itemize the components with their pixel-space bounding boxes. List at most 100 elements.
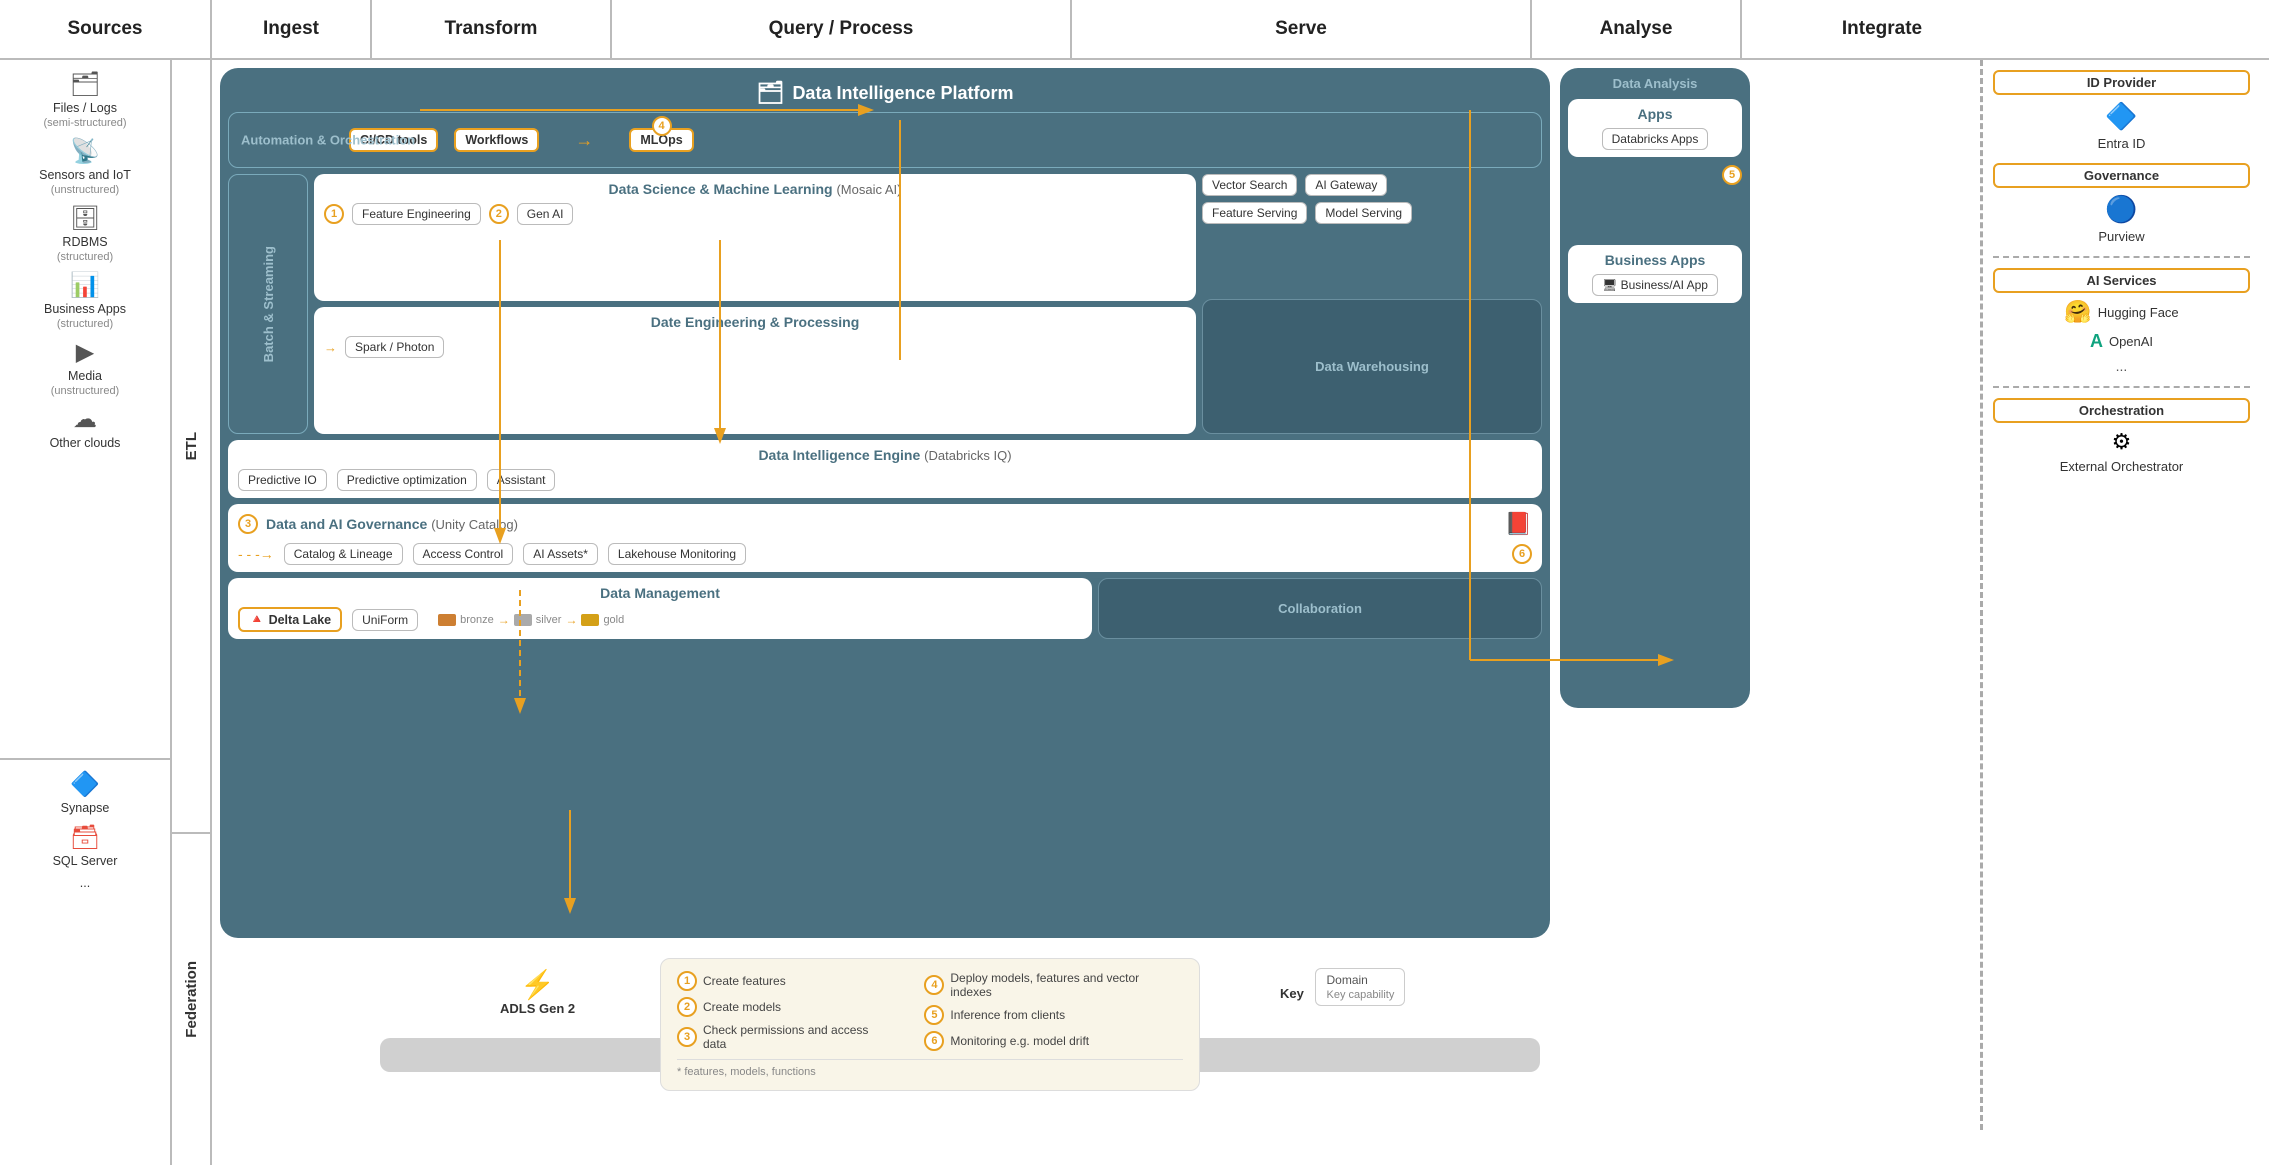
workflows-chip[interactable]: Workflows [454, 128, 539, 152]
databricks-apps-chip[interactable]: Databricks Apps [1602, 128, 1709, 150]
batch-streaming-area: Batch & Streaming [228, 174, 308, 434]
data-mgmt-title: Data Management [238, 585, 1082, 601]
data-mgmt-collab-row: Data Management 🔺 Delta Lake UniForm bro… [228, 578, 1542, 639]
governance-row: 3 Data and AI Governance (Unity Catalog)… [228, 504, 1542, 572]
monitor-icon: 🖥 [1602, 278, 1617, 292]
catalog-lineage-chip[interactable]: Catalog & Lineage [284, 543, 403, 565]
etl-label: ETL [172, 60, 210, 834]
header-analyse: Analyse [1532, 0, 1742, 58]
collaboration-box: Collaboration [1098, 578, 1542, 639]
governance-integrate-section: Governance 🔵 Purview [1993, 163, 2250, 244]
automation-section: Automation & Orchestration CI/CD tools W… [228, 112, 1542, 168]
bronze-silver-gold: bronze → silver → gold [438, 613, 624, 627]
key-label: Key [1280, 986, 1304, 1001]
entra-id-item: 🔷 Entra ID [1993, 101, 2250, 151]
source-business-apps: 📊 Business Apps (structured) [44, 271, 126, 330]
legend-item-5: 5 Inference from clients [924, 1005, 1183, 1025]
legend-box: 1 Create features 2 Create models 3 Chec… [660, 958, 1200, 1091]
rdbms-icon: 🗄 [70, 204, 100, 233]
legend-col-2: 4 Deploy models, features and vector ind… [924, 971, 1183, 1051]
num5-container: 5 [1568, 165, 1742, 185]
access-control-chip[interactable]: Access Control [413, 543, 514, 565]
integrate-panel: ID Provider 🔷 Entra ID Governance 🔵 Purv… [1980, 60, 2260, 1130]
gold-block [581, 614, 599, 626]
governance-title: Data and AI Governance (Unity Catalog) [266, 516, 518, 532]
feature-engineering-chip[interactable]: Feature Engineering [352, 203, 481, 225]
platform-box: 🗂 Data Intelligence Platform Automation … [220, 68, 1550, 938]
ai-gateway-chip[interactable]: AI Gateway [1305, 174, 1387, 196]
orchestrator-icon: ⚙ [2112, 429, 2132, 455]
media-icon: ▶ [76, 338, 94, 367]
gen-ai-chip[interactable]: Gen AI [517, 203, 574, 225]
feature-serving-chip[interactable]: Feature Serving [1202, 202, 1307, 224]
serve-bottom-chips: Feature Serving Model Serving [1202, 202, 1542, 224]
ai-assets-chip[interactable]: AI Assets* [523, 543, 598, 565]
divider-2 [1993, 386, 2250, 388]
adls-icon: ⚡ [500, 968, 575, 1001]
model-serving-chip[interactable]: Model Serving [1315, 202, 1412, 224]
lakehouse-monitoring-chip[interactable]: Lakehouse Monitoring [608, 543, 746, 565]
vector-search-chip[interactable]: Vector Search [1202, 174, 1297, 196]
external-orchestrator-label: External Orchestrator [2060, 459, 2184, 474]
dsml-box: Data Science & Machine Learning (Mosaic … [314, 174, 1196, 301]
delta-lake-chip[interactable]: 🔺 Delta Lake [238, 607, 342, 632]
predictive-opt-chip[interactable]: Predictive optimization [337, 469, 477, 491]
etl-sources: 🗂 Files / Logs (semi-structured) 📡 Senso… [0, 60, 170, 760]
assistant-chip[interactable]: Assistant [487, 469, 556, 491]
predictive-io-chip[interactable]: Predictive IO [238, 469, 327, 491]
openai-label: OpenAI [2109, 334, 2153, 349]
orchestration-label: Orchestration [1993, 398, 2250, 423]
data-mgmt-box: Data Management 🔺 Delta Lake UniForm bro… [228, 578, 1092, 639]
ai-services-ellipsis: ... [2116, 358, 2128, 374]
spark-photon-chip[interactable]: Spark / Photon [345, 336, 444, 358]
delta-icon: 🔺 [249, 612, 265, 627]
source-rdbms: 🗄 RDBMS (structured) [57, 204, 113, 263]
legend-item-2: 2 Create models [677, 997, 894, 1017]
header-query: Query / Process [612, 0, 1072, 58]
governance-title-row: 3 Data and AI Governance (Unity Catalog)… [238, 511, 1532, 537]
header-transform: Transform [372, 0, 612, 58]
data-eng-chips: → Spark / Photon [324, 336, 1186, 358]
entra-icon: 🔷 [2105, 101, 2137, 132]
business-ai-app-chip[interactable]: 🖥 Business/AI App [1592, 274, 1718, 296]
book-icon: 📕 [1505, 511, 1532, 537]
dsml-chips: 1 Feature Engineering 2 Gen AI [324, 203, 1186, 225]
num-badge-2: 2 [489, 204, 509, 224]
data-eng-title: Date Engineering & Processing [324, 314, 1186, 330]
legend-columns: 1 Create features 2 Create models 3 Chec… [677, 971, 1183, 1051]
data-analysis-label: Data Analysis [1568, 76, 1742, 91]
platform-icon: 🗂 [757, 80, 785, 106]
header-sources: Sources [0, 0, 212, 58]
uniform-chip[interactable]: UniForm [352, 609, 418, 631]
key-domain: Domain Key capability [1315, 968, 1405, 1006]
serve-chips-area: Vector Search AI Gateway Feature Serving… [1202, 174, 1542, 293]
collaboration-label: Collaboration [1278, 601, 1362, 616]
platform-title: 🗂 Data Intelligence Platform [228, 76, 1542, 112]
legend-num-1: 1 [677, 971, 697, 991]
sensors-icon: 📡 [70, 137, 100, 166]
legend-item-1: 1 Create features [677, 971, 894, 991]
hugging-face-label: Hugging Face [2098, 305, 2179, 320]
source-files-logs: 🗂 Files / Logs (semi-structured) [43, 70, 126, 129]
openai-item: A OpenAI [2090, 331, 2153, 352]
serve-area: Vector Search AI Gateway Feature Serving… [1202, 174, 1542, 434]
dsml-title: Data Science & Machine Learning (Mosaic … [324, 181, 1186, 197]
source-other-clouds: ☁ Other clouds [50, 405, 121, 450]
platform-area: 🗂 Data Intelligence Platform Automation … [220, 68, 1930, 1165]
federation-sources: 🔷 Synapse 🗃 SQL Server ... [0, 760, 170, 1165]
business-apps-box: Business Apps 🖥 Business/AI App [1568, 245, 1742, 303]
data-warehousing-box: Data Warehousing [1202, 299, 1542, 434]
legend-item-4: 4 Deploy models, features and vector ind… [924, 971, 1183, 999]
automation-label: Automation & Orchestration [241, 133, 415, 148]
purview-icon: 🔵 [2105, 194, 2137, 225]
apps-title: Apps [1578, 106, 1732, 122]
etl-federation-bar: ETL Federation [172, 60, 212, 1165]
legend-num-3: 3 [677, 1027, 697, 1047]
cloud-icon: ☁ [73, 405, 97, 434]
center-columns: Data Science & Machine Learning (Mosaic … [314, 174, 1196, 434]
sources-panel: 🗂 Files / Logs (semi-structured) 📡 Senso… [0, 60, 172, 1165]
data-warehousing-label: Data Warehousing [1315, 359, 1429, 374]
analysis-apps-box: Data Analysis Apps Databricks Apps 5 Bus… [1560, 68, 1750, 708]
num-badge-6: 6 [1512, 544, 1532, 564]
header: Sources Ingest Transform Query / Process… [0, 0, 2269, 60]
